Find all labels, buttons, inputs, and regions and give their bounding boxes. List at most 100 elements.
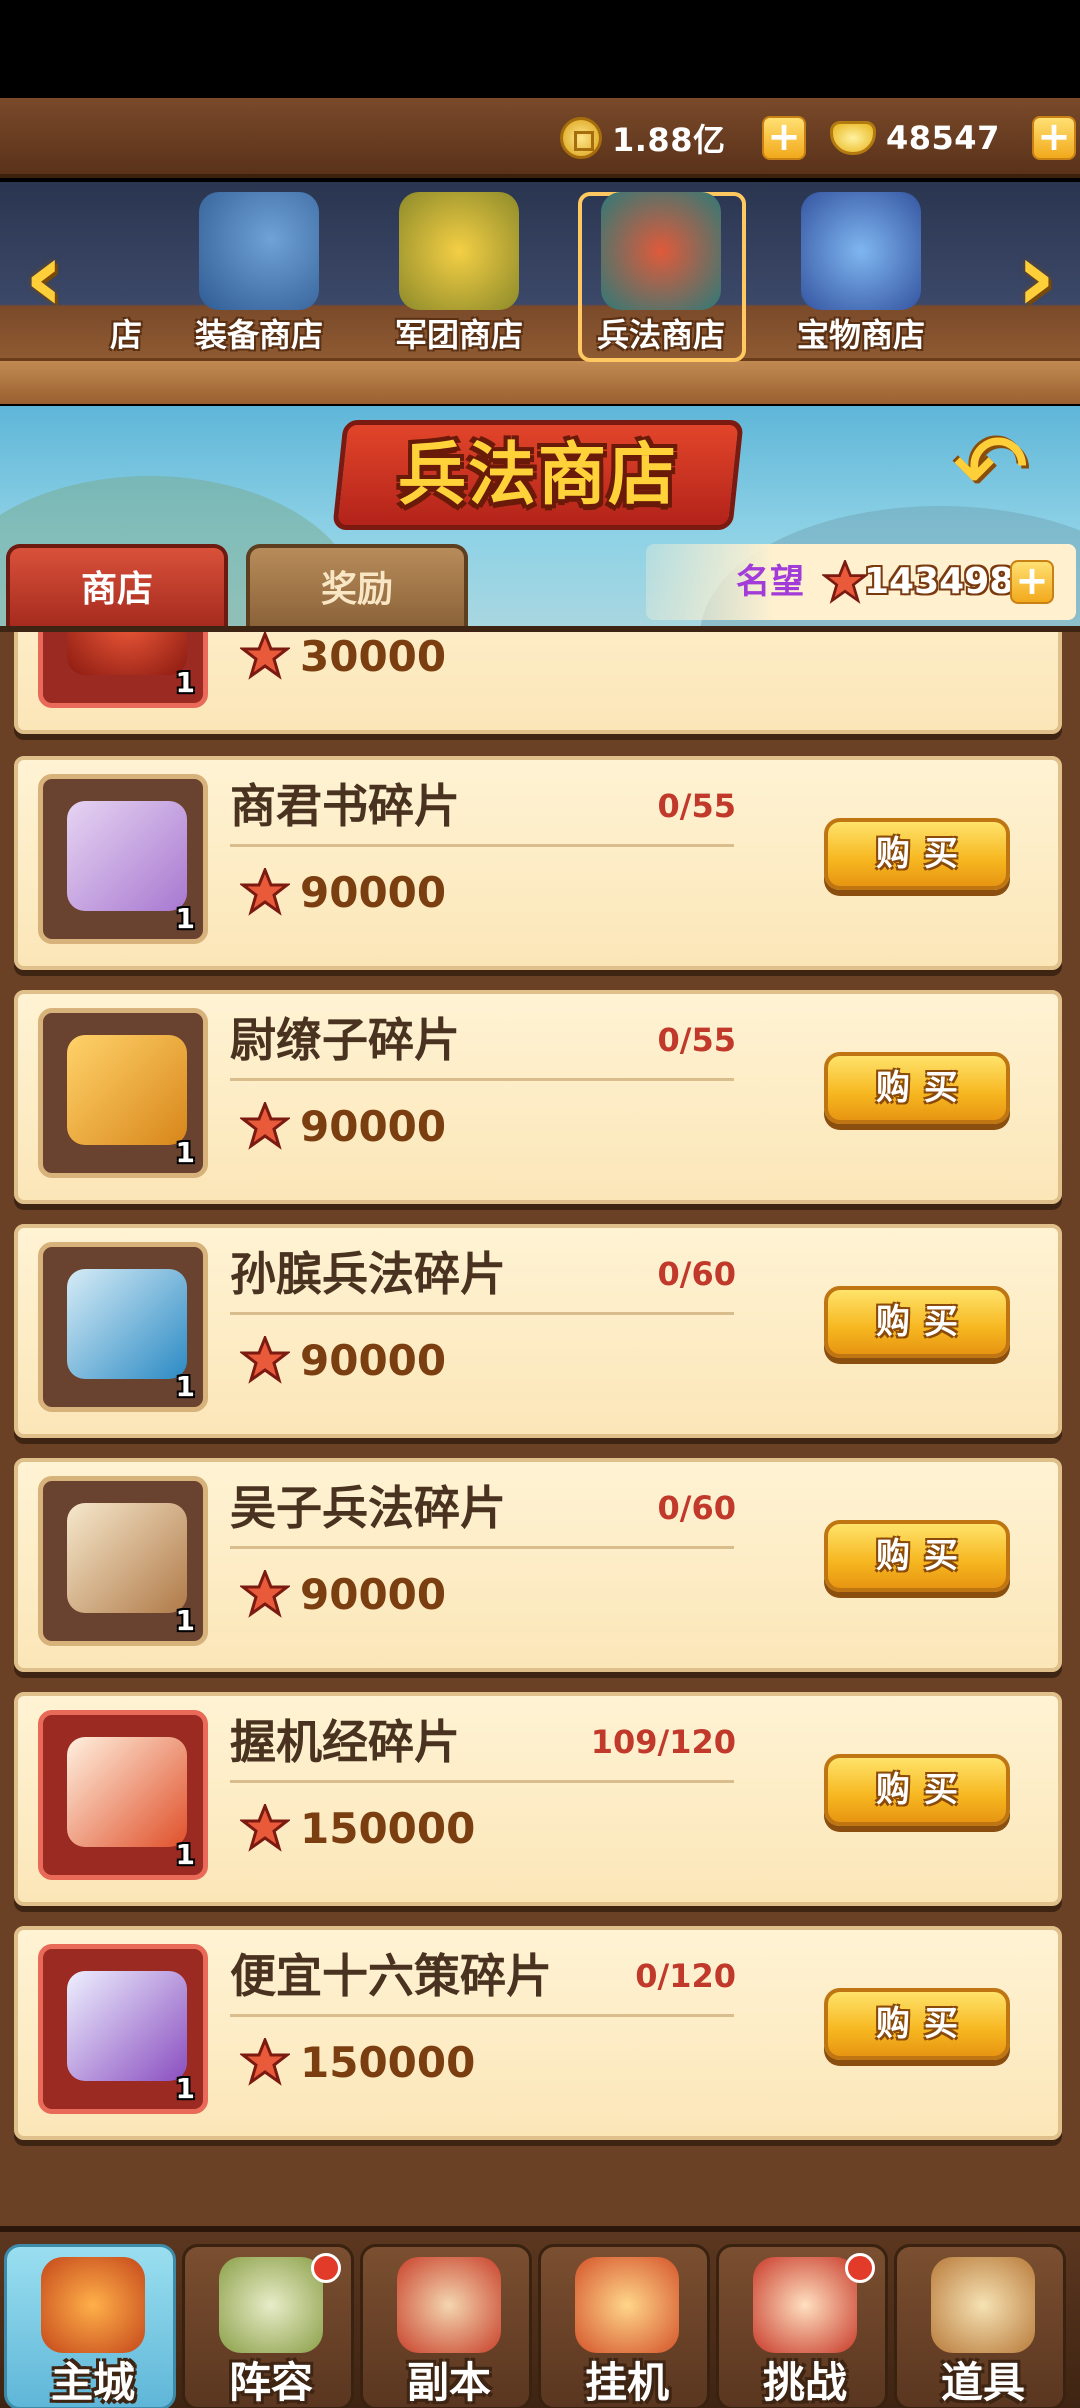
nav-lineup[interactable]: 阵容: [182, 2244, 354, 2408]
treasure-bag-icon: [575, 2257, 679, 2353]
item-price: 90000: [300, 1102, 447, 1151]
shop-tab-equipment[interactable]: 装备商店: [164, 192, 354, 362]
item-price: 150000: [300, 1804, 476, 1853]
buy-button[interactable]: 购买: [824, 1052, 1010, 1124]
item-icon-frame[interactable]: 1: [38, 1008, 208, 1178]
item-name: 孙膑兵法碎片: [230, 1247, 506, 1301]
fame-star-icon: [240, 1804, 290, 1852]
fame-label: 名望: [736, 562, 804, 602]
back-button[interactable]: ↶: [936, 420, 1046, 516]
divider: [230, 2014, 734, 2017]
shop-tab-label: 兵法商店: [596, 316, 725, 354]
bottom-nav: 主城 阵容 副本 挂机 挑战 道具: [0, 2226, 1080, 2408]
fame-star-icon: [240, 2038, 290, 2086]
palace-icon: [41, 2257, 145, 2353]
item-icon-frame[interactable]: 1: [38, 774, 208, 944]
list-item: 1 孙膑兵法碎片 0/60 90000 购买: [14, 1224, 1062, 1444]
add-coins-button[interactable]: +: [762, 116, 806, 160]
item-quantity: 1: [175, 1604, 195, 1637]
nav-label: 挂机: [584, 2358, 669, 2407]
list-item: 1 便宜十六策碎片 0/120 150000 购买: [14, 1926, 1062, 2146]
carousel-right-arrow-icon[interactable]: ›: [1004, 222, 1068, 332]
legion-shop-icon: [399, 192, 519, 310]
nav-challenge[interactable]: 挑战: [716, 2244, 888, 2408]
equipment-shop-icon: [199, 192, 319, 310]
gold-counter: 48547: [830, 110, 1000, 166]
carousel-left-arrow-icon[interactable]: ‹: [12, 222, 76, 332]
shop-carousel: ‹ 店 装备商店 军团商店 兵法商店 宝物商店 ›: [0, 182, 1080, 404]
item-progress: 0/60: [657, 1255, 736, 1293]
purple-scroll-icon: [67, 801, 187, 911]
shop-tab-partial[interactable]: 店: [96, 192, 156, 362]
list-item: 1 吴子兵法碎片 0/60 90000 购买: [14, 1458, 1062, 1678]
nav-idle[interactable]: 挂机: [538, 2244, 710, 2408]
nav-label: 道具: [940, 2358, 1025, 2407]
item-progress: 0/120: [635, 1957, 736, 1995]
item-icon-frame[interactable]: 1: [38, 1476, 208, 1646]
divider: [230, 1078, 734, 1081]
map-scroll-icon: [397, 2257, 501, 2353]
add-gold-button[interactable]: +: [1032, 116, 1076, 160]
item-icon-frame[interactable]: 1: [38, 1710, 208, 1880]
item-quantity: 1: [175, 1136, 195, 1169]
shop-tab-treasure[interactable]: 宝物商店: [766, 192, 956, 362]
fame-panel: 名望 143498 +: [646, 544, 1076, 620]
scroll-icon: [67, 632, 187, 675]
item-name: 吴子兵法碎片: [230, 1481, 506, 1535]
tab-reward[interactable]: 奖励: [246, 544, 468, 626]
item-price: 150000: [300, 2038, 476, 2087]
fame-star-icon: [240, 632, 290, 680]
currency-bar: 1.88亿 + 48547 +: [0, 98, 1080, 178]
gold-ingot-icon: [830, 121, 876, 155]
item-name: 握机经碎片: [230, 1715, 460, 1769]
item-quantity: 1: [175, 666, 195, 699]
add-fame-button[interactable]: +: [1010, 560, 1054, 604]
nav-items[interactable]: 道具: [894, 2244, 1066, 2408]
list-item: 1 30000 购买: [14, 632, 1062, 740]
golden-scroll-icon: [67, 1035, 187, 1145]
item-icon-frame[interactable]: 1: [38, 1944, 208, 2114]
fame-star-icon: [240, 868, 290, 916]
war-drum-icon: [219, 2257, 323, 2353]
back-arrow-icon: ↶: [952, 414, 1030, 521]
item-name: 便宜十六策碎片: [230, 1949, 552, 2003]
list-item: 1 尉缭子碎片 0/55 90000 购买: [14, 990, 1062, 1210]
nav-main-city[interactable]: 主城: [4, 2244, 176, 2408]
tab-shop[interactable]: 商店: [6, 544, 228, 626]
carousel-floor: [0, 358, 1080, 404]
item-icon-frame[interactable]: 1: [38, 632, 208, 708]
item-list[interactable]: 1 30000 购买 1 商君书碎片 0/55 90000 购买 1 尉缭子碎片…: [0, 626, 1080, 2230]
item-price: 30000: [300, 632, 447, 681]
shop-tab-partial-label: 店: [109, 316, 142, 354]
shop-tab-art-of-war[interactable]: 兵法商店: [566, 192, 756, 362]
item-progress: 109/120: [590, 1723, 736, 1761]
page-title: 兵法商店: [397, 436, 678, 515]
item-name: 商君书碎片: [230, 779, 460, 833]
nav-label: 阵容: [228, 2358, 313, 2407]
coin-counter: 1.88亿: [560, 110, 725, 166]
art-of-war-shop-icon: [601, 192, 721, 310]
buy-button[interactable]: 购买: [824, 1286, 1010, 1358]
item-progress: 0/55: [657, 787, 736, 825]
parchment-scroll-icon: [67, 1503, 187, 1613]
shop-tab-label: 宝物商店: [796, 316, 925, 354]
buy-button[interactable]: 购买: [824, 818, 1010, 890]
buy-button[interactable]: 购买: [824, 1520, 1010, 1592]
gourd-scroll-icon: [931, 2257, 1035, 2353]
item-quantity: 1: [175, 2072, 195, 2105]
item-icon-frame[interactable]: 1: [38, 1242, 208, 1412]
shop-tab-legion[interactable]: 军团商店: [364, 192, 554, 362]
item-quantity: 1: [175, 1838, 195, 1871]
nav-label: 挑战: [762, 2358, 847, 2407]
fame-star-icon: [240, 1102, 290, 1150]
item-quantity: 1: [175, 902, 195, 935]
duel-icon: [753, 2257, 857, 2353]
fame-star-icon: [822, 560, 868, 604]
buy-button[interactable]: 购买: [824, 1754, 1010, 1826]
divider: [230, 1780, 734, 1783]
gold-amount: 48547: [886, 119, 1000, 157]
list-item: 1 商君书碎片 0/55 90000 购买: [14, 756, 1062, 976]
fame-amount: 143498: [864, 561, 1015, 602]
nav-dungeon[interactable]: 副本: [360, 2244, 532, 2408]
buy-button[interactable]: 购买: [824, 1988, 1010, 2060]
